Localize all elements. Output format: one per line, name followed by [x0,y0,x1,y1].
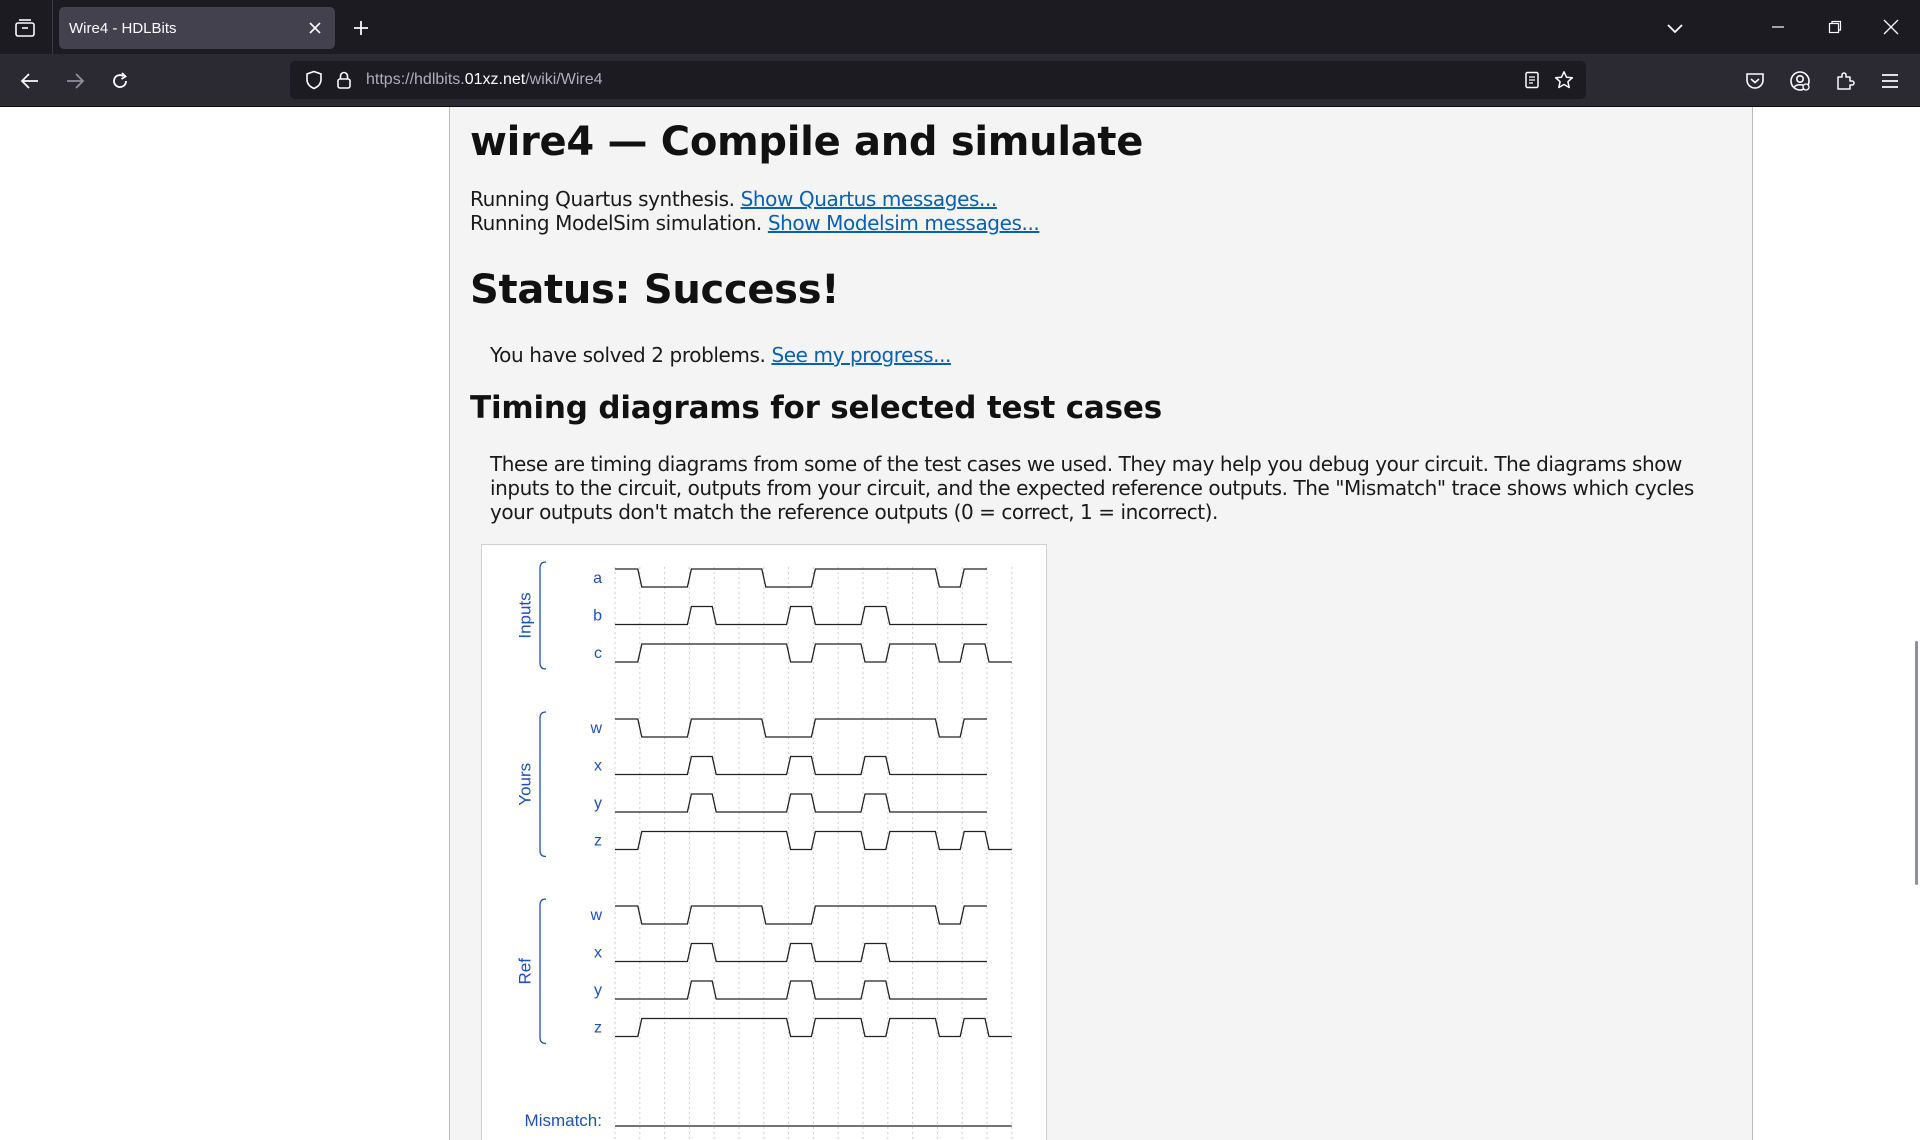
simulation-text: Running ModelSim simulation. [470,211,768,235]
signal-label-a: a [593,570,602,587]
group-bracket [539,561,547,670]
group-label-inputs: Inputs [515,592,534,638]
signal-label-b: b [593,608,602,625]
signal-label-y: y [594,982,602,999]
page-scrollbar[interactable] [1915,641,1918,885]
shield-icon[interactable] [304,70,324,90]
signal-trace-inputs-b [615,605,987,626]
timing-diagram-svg: InputsabcYourswxyzRefwxyzMismatch:510152… [515,561,1013,1140]
tab-active[interactable]: Wire4 - HDLBits [59,7,335,49]
lock-icon[interactable] [334,70,354,90]
url-host: 01xz.net [464,71,526,88]
forward-arrow-icon [65,72,85,90]
window-close-icon [1883,19,1899,35]
synthesis-text: Running Quartus synthesis. [470,187,741,211]
signal-label-z: z [594,833,602,850]
signal-trace-yours-x [615,755,987,776]
restore-icon [1828,20,1842,34]
account-icon [1789,70,1811,92]
see-my-progress-link[interactable]: See my progress... [771,343,951,367]
signal-label-z: z [594,1020,602,1037]
solved-line: You have solved 2 problems. See my progr… [490,343,951,367]
pocket-icon [1745,72,1765,90]
chevron-down-icon [1666,22,1684,34]
back-button[interactable] [13,64,47,98]
signal-label-w: w [589,907,602,924]
timing-diagrams-heading: Timing diagrams for selected test cases [470,390,1162,426]
back-arrow-icon [20,72,40,90]
signal-trace-ref-y [615,980,987,1000]
plus-icon [352,19,370,37]
forward-button[interactable] [58,64,92,98]
tab-bar-separator [52,0,53,54]
account-button[interactable] [1783,64,1817,98]
status-heading: Status: Success! [470,267,840,313]
url-prefix: https://hdlbits. [366,71,465,88]
tab-title: Wire4 - HDLBits [69,20,177,37]
group-bracket [539,711,547,858]
main-content: wire4 — Compile and simulate Running Qua… [449,107,1753,1140]
star-icon[interactable] [1554,70,1574,90]
signal-trace-inputs-c [615,643,1012,663]
reload-icon [110,71,130,91]
pocket-button[interactable] [1738,64,1772,98]
page-title: wire4 — Compile and simulate [470,119,1144,165]
synthesis-line: Running Quartus synthesis. Show Quartus … [470,187,997,211]
mismatch-label: Mismatch: [525,1111,602,1130]
timing-diagram: InputsabcYourswxyzRefwxyzMismatch:510152… [481,544,1047,1140]
signal-trace-ref-x [615,942,987,963]
signal-label-x: x [594,945,602,962]
menu-icon [1881,73,1899,89]
signal-trace-ref-w [615,905,987,925]
signal-label-w: w [589,720,602,737]
group-label-yours: Yours [515,763,534,806]
signal-label-x: x [594,758,602,775]
tab-list-icon [14,18,36,38]
simulation-line: Running ModelSim simulation. Show Models… [470,211,1040,235]
page-viewport[interactable]: wire4 — Compile and simulate Running Qua… [0,107,1920,1140]
url-path: /wiki/Wire4 [525,71,603,88]
group-label-ref: Ref [515,958,534,985]
signal-trace-inputs-a [615,568,987,588]
extensions-button[interactable] [1828,64,1862,98]
list-all-tabs-button[interactable] [1660,13,1690,43]
signal-label-y: y [594,795,602,812]
reader-view-icon[interactable] [1522,70,1542,90]
url-text[interactable]: https://hdlbits.01xz.net/wiki/Wire4 [366,71,603,89]
group-bracket [539,898,547,1045]
show-quartus-messages-link[interactable]: Show Quartus messages... [741,187,998,211]
tab-close-button[interactable] [303,16,327,40]
signal-trace-yours-z [615,830,1012,851]
reload-button[interactable] [103,64,137,98]
restore-button[interactable] [1812,8,1858,46]
signal-label-c: c [594,645,602,662]
show-modelsim-messages-link[interactable]: Show Modelsim messages... [768,211,1040,235]
new-tab-button[interactable] [346,13,376,43]
timing-description: These are timing diagrams from some of t… [490,452,1694,524]
signal-trace-yours-y [615,793,987,813]
signal-trace-yours-w [615,718,987,738]
extensions-icon [1835,71,1855,91]
close-icon [308,21,322,35]
navigation-bar: https://hdlbits.01xz.net/wiki/Wire4 [0,54,1920,107]
window-close-button[interactable] [1868,8,1914,46]
url-bar[interactable]: https://hdlbits.01xz.net/wiki/Wire4 [290,61,1586,99]
tab-bar: Wire4 - HDLBits [0,0,1920,54]
solved-text: You have solved 2 problems. [490,343,772,367]
minimize-button[interactable] [1755,8,1801,46]
tab-list-button[interactable] [10,14,40,42]
app-menu-button[interactable] [1873,64,1907,98]
minimize-icon [1771,20,1785,34]
